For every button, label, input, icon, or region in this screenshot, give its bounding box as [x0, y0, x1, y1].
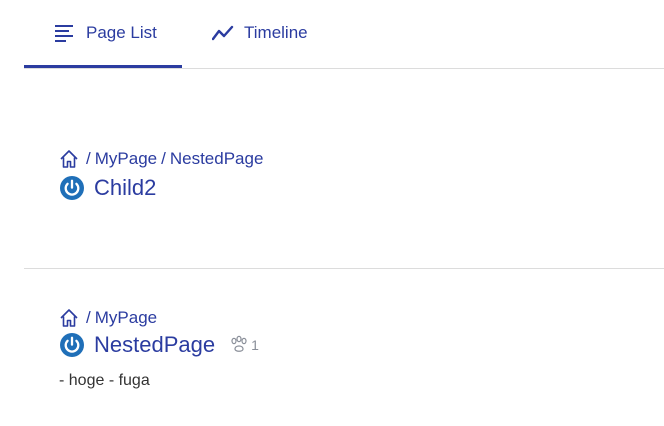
breadcrumb-separator: / — [86, 149, 91, 168]
like-count-value: 1 — [251, 337, 259, 353]
breadcrumb: / MyPage — [59, 308, 157, 328]
breadcrumb-separator: / — [161, 149, 166, 168]
timeline-icon — [212, 22, 234, 44]
paw-icon — [229, 335, 249, 355]
like-count: 1 — [229, 335, 259, 355]
home-icon[interactable] — [59, 149, 79, 169]
tab-page-list-label: Page List — [86, 23, 157, 42]
page-root: Page List Timeline / MyPage / NestedPage — [0, 0, 664, 426]
page-title-link[interactable]: NestedPage — [94, 332, 215, 358]
page-title-row: NestedPage 1 — [59, 332, 259, 358]
page-list-item: / MyPage / NestedPage Child2 — [24, 69, 664, 269]
breadcrumb-link-nestedpage[interactable]: NestedPage — [170, 149, 264, 169]
breadcrumb-link-mypage[interactable]: MyPage — [95, 149, 157, 169]
tab-timeline[interactable]: Timeline — [212, 0, 308, 66]
home-icon[interactable] — [59, 308, 79, 328]
breadcrumb-link-mypage[interactable]: MyPage — [95, 308, 157, 328]
page-list-item: / MyPage NestedPage 1 - hoge - fuga — [24, 270, 664, 426]
breadcrumb: / MyPage / NestedPage — [59, 149, 263, 169]
tab-bar: Page List Timeline — [24, 0, 664, 69]
page-title-row: Child2 — [59, 175, 156, 201]
tab-page-list[interactable]: Page List — [24, 0, 182, 68]
power-icon — [59, 332, 85, 358]
power-icon — [59, 175, 85, 201]
page-excerpt: - hoge - fuga — [59, 372, 150, 389]
list-icon — [54, 22, 76, 44]
page-title-link[interactable]: Child2 — [94, 175, 156, 201]
tab-timeline-label: Timeline — [244, 23, 308, 42]
breadcrumb-separator: / — [86, 308, 91, 327]
